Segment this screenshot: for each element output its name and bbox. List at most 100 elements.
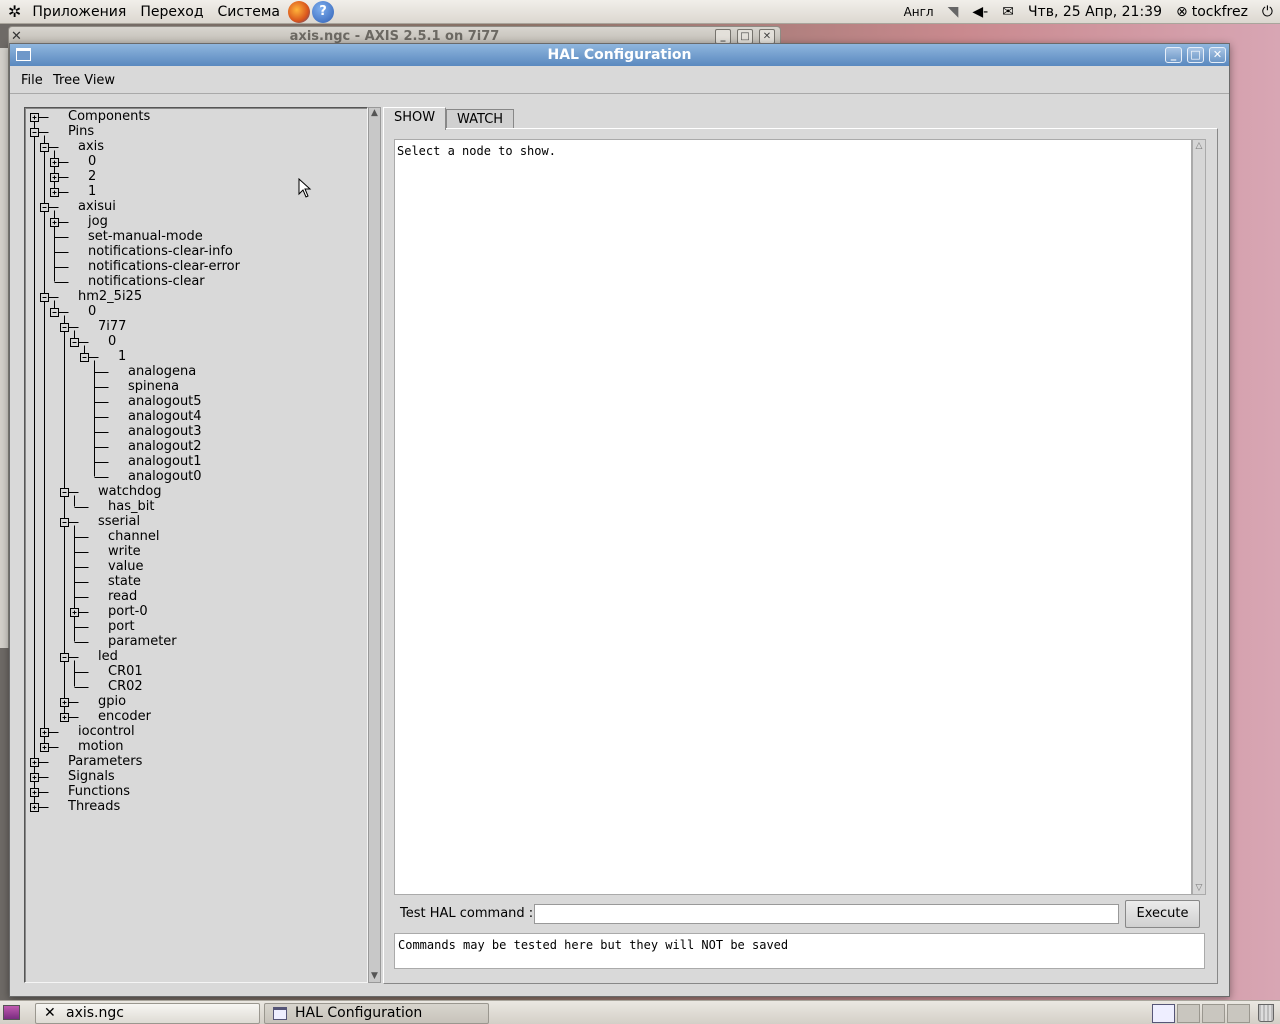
tree-node[interactable]: analogout2 [128,439,202,454]
tab-show[interactable]: SHOW [383,107,447,130]
menu-system[interactable]: Система [211,0,287,24]
top-panel: ✲ Приложения Переход Система ? Англ ◥ ◀‑… [0,0,1280,24]
menubar: File Tree View [10,66,1229,94]
show-scroll-up-icon[interactable]: △ [1193,140,1205,152]
tree-node[interactable]: gpio [98,694,126,709]
ubuntu-logo-icon[interactable]: ✲ [0,0,25,24]
tree-node[interactable]: notifications-clear [88,274,205,289]
clock[interactable]: Чтв, 25 Апр, 21:39 [1021,0,1169,24]
command-output-text: Commands may be tested here but they wil… [398,938,789,952]
maximize-icon[interactable]: □ [1187,47,1204,63]
mail-icon[interactable]: ✉ [995,0,1021,24]
show-desktop-icon[interactable] [3,1005,20,1020]
wifi-icon[interactable]: ◥ [941,0,966,24]
command-input[interactable] [534,904,1119,924]
user-status-icon[interactable]: ⊗ [1169,0,1190,24]
mouse-cursor-icon [298,178,312,198]
tree-node[interactable]: axisui [78,199,116,214]
tree-node[interactable]: set-manual-mode [88,229,203,244]
tree-node[interactable]: analogout1 [128,454,202,469]
tab-watch[interactable]: WATCH [446,109,515,129]
tree-node[interactable]: 1 [88,184,96,199]
tree-node[interactable]: led [98,649,118,664]
tree-node[interactable]: parameter [108,634,177,649]
show-scrollbar[interactable]: △ ▽ [1192,139,1206,895]
background-window-close-button-icon[interactable]: ✕ [759,29,775,44]
scroll-down-icon[interactable]: ▼ [369,971,380,982]
show-text-area[interactable]: Select a node to show. [394,139,1192,895]
background-window-minimize-icon[interactable]: _ [715,29,731,44]
tree-node[interactable]: motion [78,739,124,754]
window-titlebar[interactable]: HAL Configuration _ □ ✕ [10,44,1229,66]
show-text: Select a node to show. [397,144,556,158]
menu-tree-view[interactable]: Tree View [53,73,115,88]
show-scroll-down-icon[interactable]: ▽ [1193,882,1205,894]
tree-node[interactable]: 2 [88,169,96,184]
background-window-title: axis.ngc - AXIS 2.5.1 on 7i77 [289,29,500,44]
firefox-icon[interactable] [288,0,310,23]
command-label: Test HAL command : [400,906,534,921]
execute-button[interactable]: Execute [1125,900,1200,928]
tree-node[interactable]: analogout4 [128,409,202,424]
tree-node[interactable]: Pins [68,124,94,139]
menu-places[interactable]: Переход [133,0,210,24]
tree-node[interactable]: notifications-clear-error [88,259,240,274]
tree-node[interactable]: analogout0 [128,469,202,484]
tree-node[interactable]: 0 [88,304,96,319]
tree-node[interactable]: notifications-clear-info [88,244,233,259]
tree-node[interactable]: value [108,559,144,574]
tree-node[interactable]: port [108,619,135,634]
tree-node[interactable]: channel [108,529,159,544]
tree-node[interactable]: Signals [68,769,115,784]
tree-node[interactable]: Parameters [68,754,142,769]
scroll-up-icon[interactable]: ▲ [369,108,380,119]
tree-scrollbar[interactable]: ▲ ▼ [368,107,381,983]
tree-node[interactable]: Threads [68,799,120,814]
tree-node[interactable]: write [108,544,141,559]
tree-node[interactable]: analogena [128,364,196,379]
window-icon[interactable] [16,48,31,61]
tree-node[interactable]: CR01 [108,664,143,679]
tree-node[interactable]: 0 [108,334,116,349]
keyboard-layout[interactable]: Англ [897,0,941,24]
user-name[interactable]: tockfrez [1190,0,1255,24]
power-icon[interactable]: ⏻ [1255,0,1280,24]
menu-file[interactable]: File [21,73,43,88]
tree-node[interactable]: 0 [88,154,96,169]
tree-node[interactable]: has_bit [108,499,154,514]
workspace-2[interactable] [1177,1004,1200,1023]
tree-node[interactable]: Components [68,109,150,124]
hal-tree[interactable]: Components Pins axis 0 2 1 axisui jog set-manual… [24,107,368,983]
menu-applications[interactable]: Приложения [25,0,133,24]
trash-icon[interactable] [1258,1004,1274,1022]
tree-node[interactable]: jog [88,214,108,229]
minimize-icon[interactable]: _ [1165,47,1182,63]
tree-node[interactable]: spinena [128,379,179,394]
tree-node[interactable]: watchdog [98,484,162,499]
tree-node[interactable]: axis [78,139,104,154]
workspace-3[interactable] [1202,1004,1225,1023]
tree-node[interactable]: sserial [98,514,140,529]
workspace-4[interactable] [1227,1004,1250,1023]
task-axis-ngc[interactable]: ✕ axis.ngc [35,1003,260,1024]
background-window-maximize-icon[interactable]: □ [737,29,753,44]
tree-node[interactable]: CR02 [108,679,143,694]
tree-node[interactable]: hm2_5i25 [78,289,142,304]
volume-icon[interactable]: ◀‑ [965,0,995,24]
tree-node[interactable]: read [108,589,137,604]
tree-node[interactable]: iocontrol [78,724,135,739]
tree-node[interactable]: Functions [68,784,130,799]
tree-node[interactable]: state [108,574,141,589]
tree-node[interactable]: encoder [98,709,151,724]
workspace-1[interactable] [1152,1004,1175,1023]
close-icon[interactable]: ✕ [1209,47,1226,63]
help-icon[interactable]: ? [312,0,334,23]
tree-node[interactable]: analogout5 [128,394,202,409]
tree-node[interactable]: 7i77 [98,319,126,334]
tree-node[interactable]: analogout3 [128,424,202,439]
command-output: Commands may be tested here but they wil… [394,933,1205,969]
task-hal-configuration[interactable]: HAL Configuration [264,1003,489,1024]
tree-node[interactable]: 1 [118,349,126,364]
tree-node[interactable]: port-0 [108,604,148,619]
axis-task-icon: ✕ [44,1005,56,1021]
